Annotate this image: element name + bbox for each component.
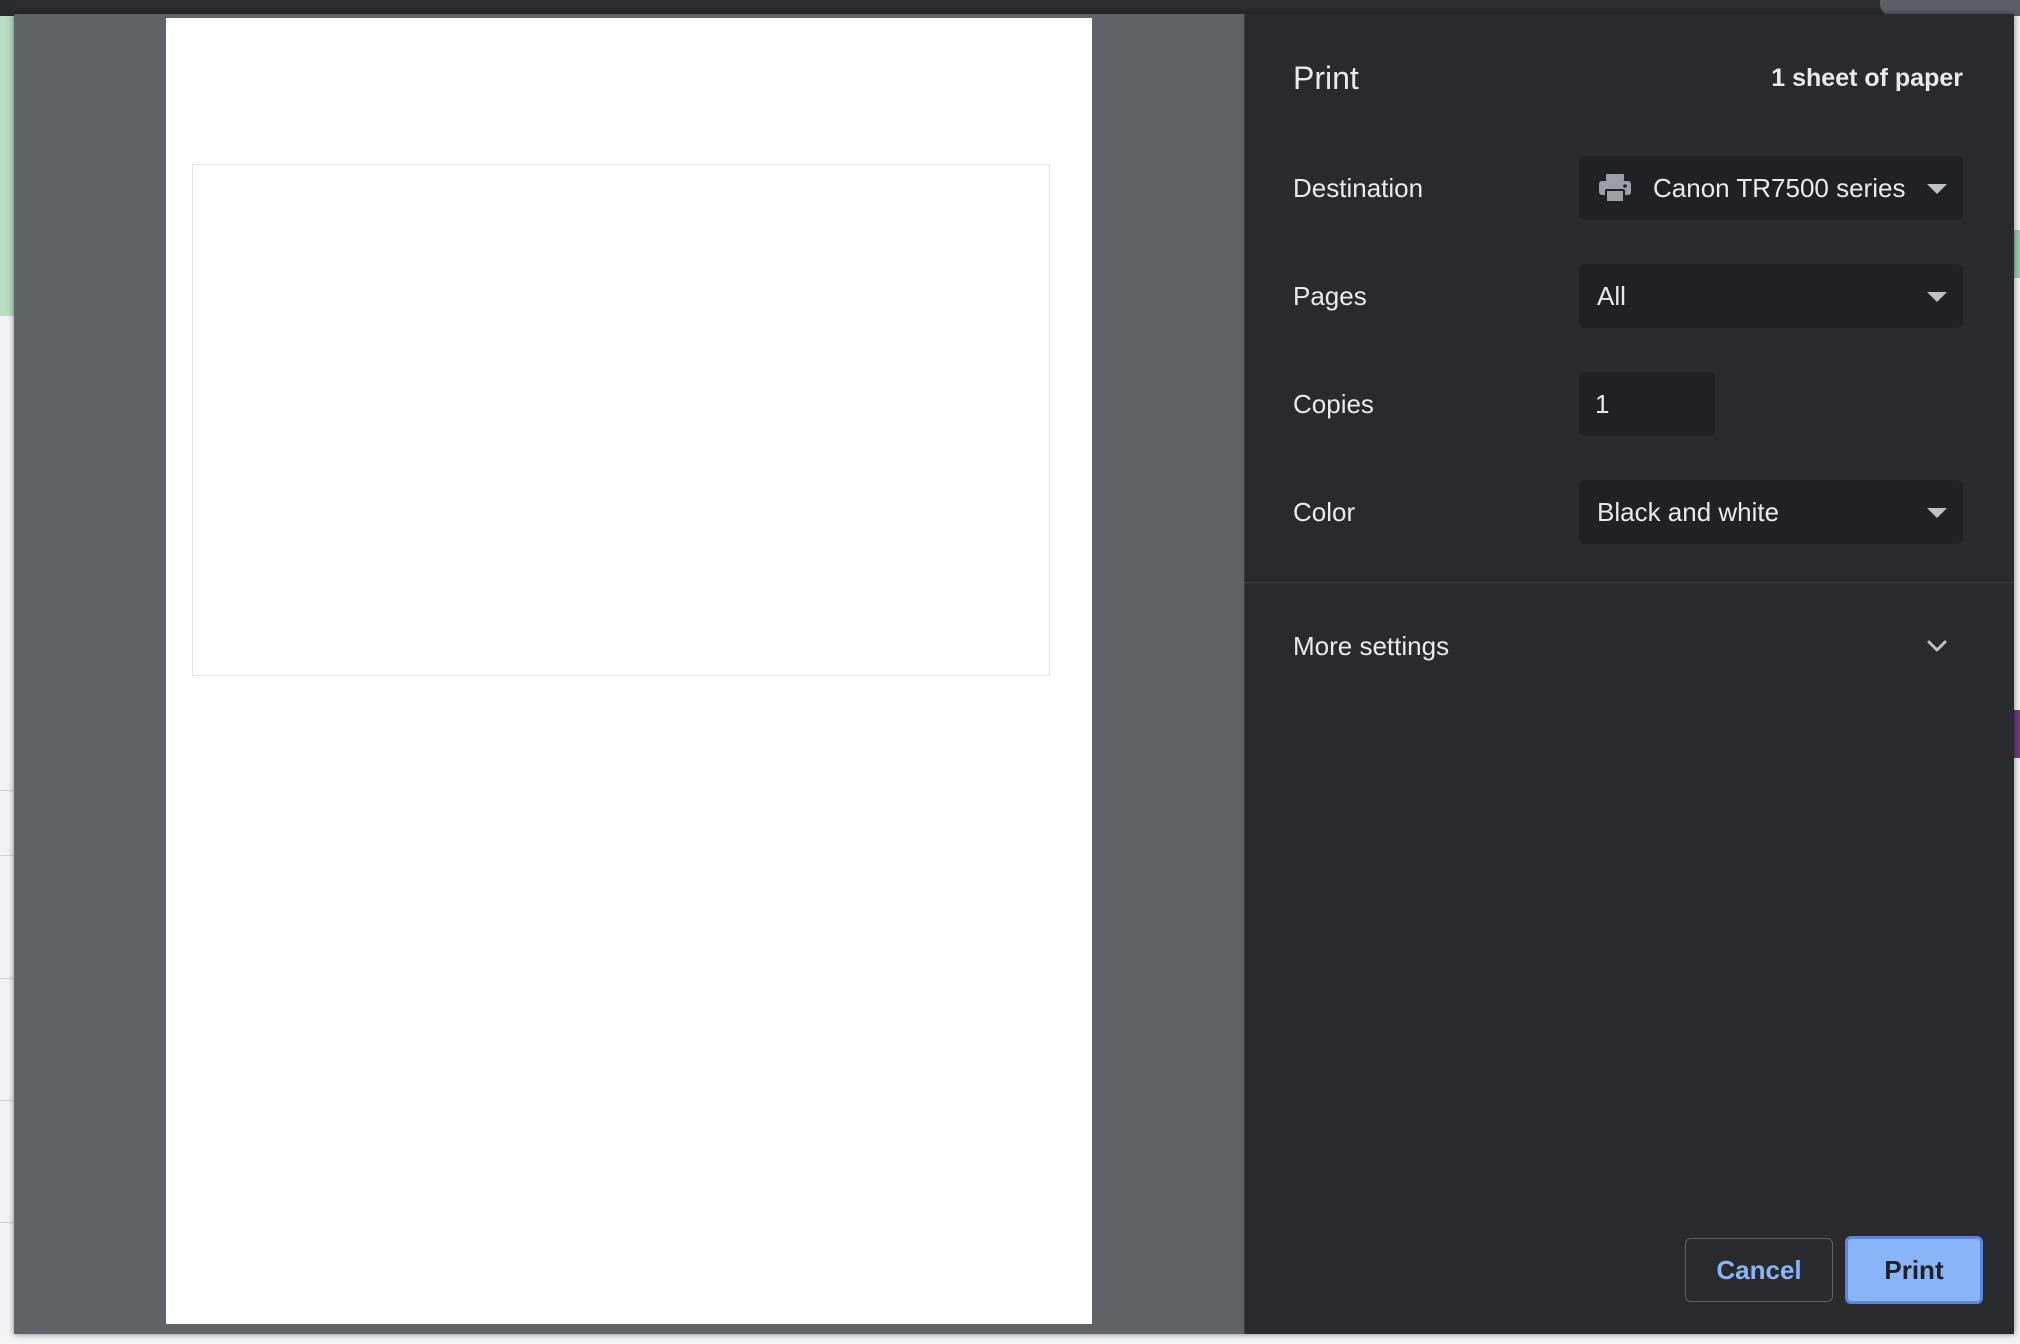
pages-value: All bbox=[1597, 280, 1626, 311]
print-dialog: Print 1 sheet of paper Destination Canon… bbox=[14, 14, 2014, 1334]
dropdown-arrow-icon bbox=[1927, 508, 1947, 518]
page-edge-tint bbox=[2014, 230, 2020, 278]
page-edge-line bbox=[0, 790, 14, 791]
copies-row: Copies bbox=[1293, 372, 1963, 436]
page-edge-line bbox=[0, 1100, 14, 1101]
pages-row: Pages All bbox=[1293, 264, 1963, 328]
color-value: Black and white bbox=[1597, 496, 1780, 527]
destination-row: Destination Canon TR7500 series bbox=[1293, 156, 1963, 220]
print-button[interactable]: Print bbox=[1845, 1236, 1983, 1304]
cancel-button[interactable]: Cancel bbox=[1685, 1238, 1833, 1302]
sheet-count: 1 sheet of paper bbox=[1771, 64, 1963, 92]
preview-page-content bbox=[192, 164, 1050, 676]
page-edge-tint bbox=[2014, 710, 2020, 758]
copies-input[interactable] bbox=[1579, 372, 1715, 436]
page-edge-tint bbox=[0, 16, 14, 316]
section-divider bbox=[1245, 582, 2014, 583]
destination-value: Canon TR7500 series bbox=[1653, 172, 1906, 203]
color-row: Color Black and white bbox=[1293, 480, 1963, 544]
dropdown-arrow-icon bbox=[1927, 292, 1947, 302]
preview-page bbox=[166, 18, 1092, 1324]
chevron-down-icon bbox=[1923, 632, 1951, 660]
page-edge-line bbox=[0, 978, 14, 979]
print-settings-panel: Print 1 sheet of paper Destination Canon… bbox=[1244, 14, 2014, 1334]
more-settings-toggle[interactable]: More settings bbox=[1293, 614, 1963, 678]
dialog-title: Print bbox=[1293, 60, 1359, 96]
destination-select[interactable]: Canon TR7500 series bbox=[1579, 156, 1963, 220]
pages-select[interactable]: All bbox=[1579, 264, 1963, 328]
print-preview[interactable] bbox=[14, 14, 1244, 1334]
page-edge-line bbox=[0, 1222, 14, 1223]
copies-label: Copies bbox=[1293, 388, 1374, 419]
pages-label: Pages bbox=[1293, 280, 1367, 311]
more-settings-label: More settings bbox=[1293, 630, 1450, 661]
color-select[interactable]: Black and white bbox=[1579, 480, 1963, 544]
page-edge-line bbox=[0, 855, 14, 856]
panel-header: Print 1 sheet of paper bbox=[1293, 60, 1963, 97]
dropdown-arrow-icon bbox=[1927, 184, 1947, 194]
printer-icon bbox=[1597, 172, 1633, 204]
color-label: Color bbox=[1293, 496, 1356, 527]
destination-label: Destination bbox=[1293, 172, 1424, 203]
